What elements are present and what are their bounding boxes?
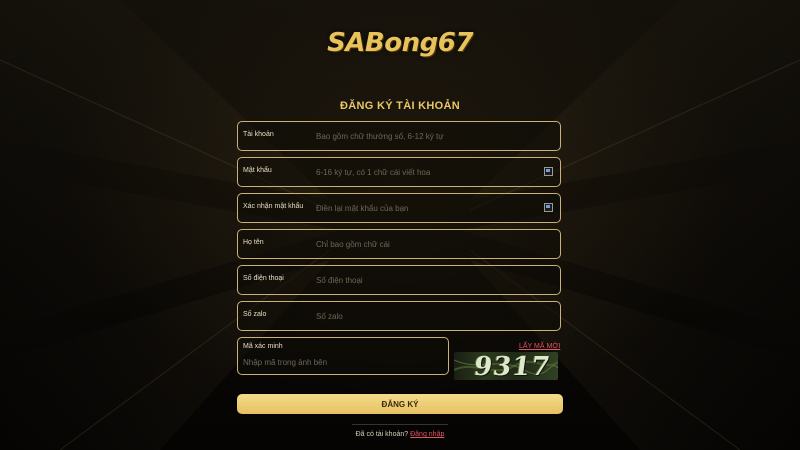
password-field: Mật khẩu (237, 157, 561, 187)
login-prompt-text: Đã có tài khoản? (355, 431, 409, 438)
eye-icon[interactable] (544, 167, 553, 176)
confirm-password-label: Xác nhận mật khẩu (243, 203, 304, 210)
logo-text: SABong67 (327, 28, 473, 58)
zalo-label: Số zalo (243, 311, 267, 318)
captcha-code: 9317 (471, 352, 553, 380)
site-logo[interactable]: SABong67 (0, 28, 800, 58)
divider (352, 424, 448, 425)
confirm-password-input[interactable] (316, 199, 536, 217)
password-input[interactable] (316, 163, 536, 181)
page-title: ĐĂNG KÝ TÀI KHOẢN (340, 100, 460, 112)
phone-input[interactable] (316, 271, 536, 289)
username-field: Tài khoản (237, 121, 561, 151)
captcha-field: Mã xác minh (237, 337, 449, 375)
username-input[interactable] (316, 127, 536, 145)
zalo-field: Số zalo (237, 301, 561, 331)
fullname-input[interactable] (316, 235, 536, 253)
captcha-image: 9317 (454, 352, 558, 380)
background-pattern (0, 0, 800, 450)
refresh-captcha-link[interactable]: LẤY MÃ MỚI (519, 343, 560, 350)
phone-label: Số điện thoại (243, 275, 284, 282)
captcha-label: Mã xác minh (243, 343, 283, 350)
username-label: Tài khoản (243, 131, 274, 138)
login-link[interactable]: Đăng nhập (410, 431, 444, 438)
captcha-input[interactable] (243, 355, 433, 369)
fullname-field: Họ tên (237, 229, 561, 259)
login-prompt: Đã có tài khoản? Đăng nhập (0, 431, 800, 438)
phone-field: Số điện thoại (237, 265, 561, 295)
eye-icon[interactable] (544, 203, 553, 212)
fullname-label: Họ tên (243, 239, 264, 246)
register-button[interactable]: ĐĂNG KÝ (237, 394, 563, 414)
password-label: Mật khẩu (243, 167, 272, 174)
confirm-password-field: Xác nhận mật khẩu (237, 193, 561, 223)
zalo-input[interactable] (316, 307, 536, 325)
